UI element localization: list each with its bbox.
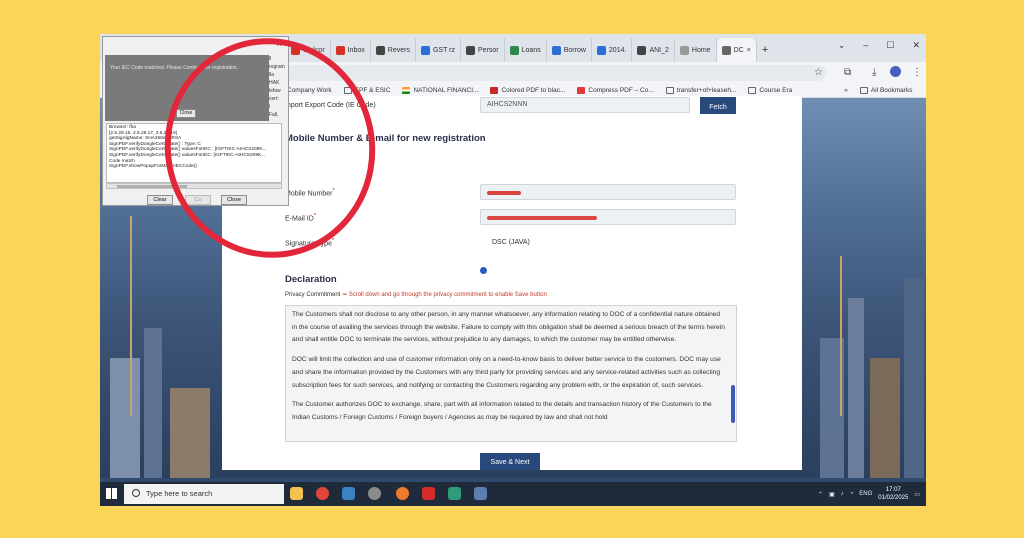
doc-icon (420, 45, 430, 55)
app-icon[interactable] (474, 487, 487, 500)
folder-icon (748, 87, 757, 94)
globe-icon (375, 45, 385, 55)
mobile-input[interactable] (480, 184, 736, 200)
browser-tab[interactable]: GST rz (416, 38, 462, 62)
language-indicator[interactable]: ENG (859, 491, 872, 497)
windows-start-icon[interactable] (106, 488, 117, 499)
chrome-icon[interactable] (316, 487, 329, 500)
bank-icon (509, 45, 519, 55)
folder-icon (859, 87, 868, 94)
browser-tab[interactable]: Borrow (547, 38, 592, 62)
browser-tab[interactable]: Persor (461, 38, 505, 62)
flag-icon (402, 87, 411, 94)
bookmark-item[interactable]: NATIONAL FINANCI... (402, 87, 478, 94)
browser-tab-active[interactable]: DC × (716, 38, 757, 62)
scrollbar-thumb[interactable] (731, 385, 735, 423)
browser-tab[interactable]: Revers (371, 38, 416, 62)
bookmark-item[interactable]: transfer+of+leaseh... (665, 87, 736, 94)
browser-tab[interactable]: Home (675, 38, 717, 62)
store-icon[interactable] (342, 487, 355, 500)
window-controls: ⌄ – ☐ ✕ (838, 40, 920, 51)
dsc-radio[interactable] (480, 267, 487, 274)
close-tab-icon[interactable]: × (747, 47, 751, 54)
page-icon (665, 87, 674, 94)
redaction-mark (487, 216, 597, 220)
privacy-note: Privacy Commitment ➞ Scroll down and go … (285, 292, 547, 298)
notification-icon[interactable]: ▭ (914, 491, 920, 498)
clock[interactable]: 17:07 01/02/2025 (878, 486, 908, 502)
minimize-icon[interactable]: – (863, 40, 868, 51)
network-icon[interactable]: ▣ (829, 491, 835, 498)
chevron-up-icon[interactable]: ⌃ (818, 491, 823, 498)
firefox-icon[interactable] (396, 487, 409, 500)
file-explorer-icon[interactable] (290, 487, 303, 500)
all-bookmarks-button[interactable]: All Bookmarks (859, 87, 912, 94)
search-icon (132, 489, 140, 497)
app-icon[interactable] (448, 487, 461, 500)
desktop-screen: Welcor Inbox Revers GST rz Persor Loans … (100, 34, 926, 506)
anydesk-icon[interactable] (422, 487, 435, 500)
globe-icon (637, 45, 647, 55)
bookmark-item[interactable]: Compress PDF – Co... (577, 87, 654, 94)
declaration-paragraph: DOC will limit the collection and use of… (292, 356, 721, 389)
wifi-icon[interactable]: ◔ (850, 491, 854, 497)
fetch-button[interactable]: Fetch (700, 97, 736, 114)
browser-tab[interactable]: Loans (505, 38, 547, 62)
avatar[interactable] (890, 66, 901, 77)
gmail-icon (335, 45, 345, 55)
declaration-text-box[interactable]: The Customers shall not disclose to any … (285, 305, 737, 442)
dsc-option-label: DSC (JAVA) (492, 239, 530, 246)
declaration-paragraph: The Customer authorizes DOC to exchange,… (292, 401, 712, 421)
taskbar: Type here to search ⌃ ▣ ♪ ◔ ENG 17:07 01… (100, 482, 926, 506)
volume-icon[interactable]: ♪ (841, 491, 844, 497)
maximize-icon[interactable]: ☐ (886, 40, 894, 51)
more-bookmarks-icon[interactable]: » (844, 87, 848, 94)
doc-icon (596, 45, 606, 55)
email-input[interactable] (480, 209, 736, 225)
pdf-icon (577, 87, 586, 94)
browser-tab[interactable]: Inbox (331, 38, 371, 62)
download-icon (721, 45, 731, 55)
globe-icon (466, 45, 476, 55)
star-icon[interactable]: ☆ (814, 67, 823, 78)
browser-tab[interactable]: 2014. (592, 38, 633, 62)
bookmark-item[interactable]: Course Era (748, 87, 792, 94)
url-field[interactable]: t (270, 65, 826, 81)
extensions-icon[interactable]: ⧉ (844, 67, 851, 78)
bookmark-item[interactable]: Colored PDF to blac... (490, 87, 565, 94)
iec-input[interactable]: AIHCS2NNN (480, 97, 690, 113)
declaration-title: Declaration (285, 274, 337, 285)
clear-button[interactable]: Clear (147, 195, 173, 205)
system-tray: ⌃ ▣ ♪ ◔ ENG 17:07 01/02/2025 ▭ (818, 486, 920, 502)
save-next-button[interactable]: Save & Next (480, 453, 540, 470)
browser-tab[interactable]: ANI_2 (632, 38, 675, 62)
download-icon[interactable]: ⤓ (872, 67, 876, 78)
new-tab-button[interactable]: + (757, 38, 773, 62)
settings-icon[interactable] (368, 487, 381, 500)
doc-icon (551, 45, 561, 55)
declaration-paragraph: The Customers shall not disclose to any … (292, 311, 725, 344)
redaction-mark (487, 191, 521, 195)
chevron-down-icon[interactable]: ⌄ (838, 40, 846, 51)
close-window-icon[interactable]: ✕ (912, 40, 920, 51)
pdf-icon (490, 87, 499, 94)
menu-icon[interactable]: ⋮ (912, 67, 922, 78)
taskbar-search-input[interactable]: Type here to search (124, 484, 284, 504)
page-icon (679, 45, 689, 55)
